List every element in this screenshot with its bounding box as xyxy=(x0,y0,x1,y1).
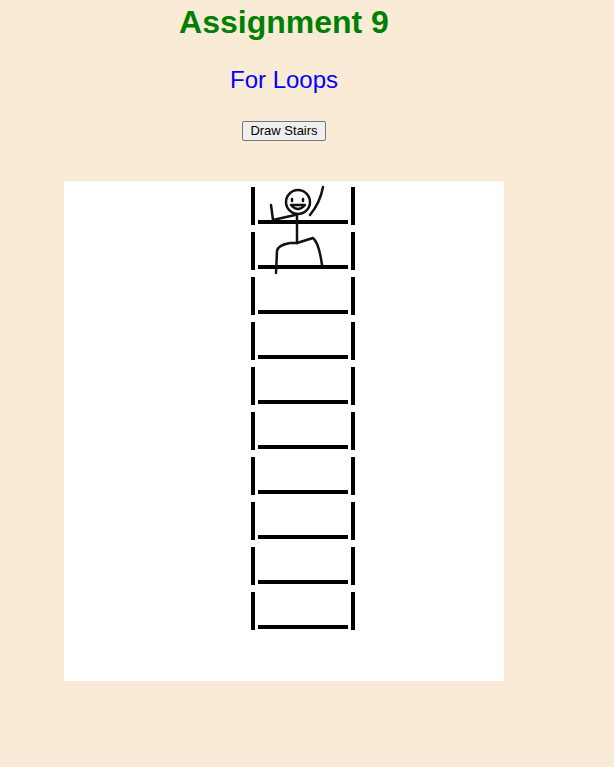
stair-step xyxy=(253,187,353,225)
stair-step xyxy=(253,232,353,270)
stair-step xyxy=(253,367,353,405)
button-row: Draw Stairs xyxy=(242,121,325,141)
stairs-drawing xyxy=(64,181,504,681)
stair-step xyxy=(253,412,353,450)
draw-stairs-button[interactable]: Draw Stairs xyxy=(242,121,325,141)
stair-step xyxy=(253,457,353,495)
stair-step xyxy=(253,592,353,630)
stair-step xyxy=(253,502,353,540)
page-title: Assignment 9 xyxy=(179,4,389,41)
stick-figure-icon xyxy=(271,187,323,273)
stair-step xyxy=(253,322,353,360)
drawing-canvas xyxy=(64,181,504,681)
stair-step xyxy=(253,547,353,585)
page-subtitle: For Loops xyxy=(230,66,338,94)
stair-step xyxy=(253,277,353,315)
content: Assignment 9 For Loops Draw Stairs xyxy=(0,0,568,681)
page: Assignment 9 For Loops Draw Stairs xyxy=(0,0,614,767)
